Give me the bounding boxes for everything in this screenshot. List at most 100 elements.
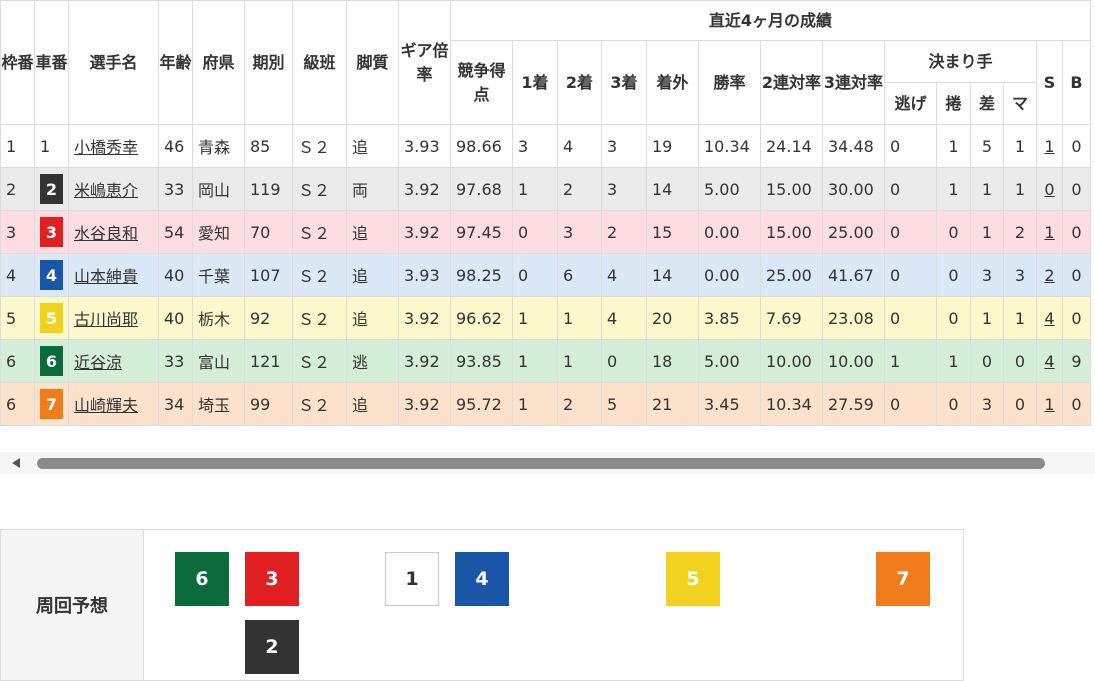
cell-first: 1 <box>512 167 558 211</box>
cell-class: Ｓ２ <box>292 382 347 426</box>
cell-gear: 3.93 <box>398 124 451 168</box>
header-quin3: 3連対率 <box>822 40 885 125</box>
cell-waku: 5 <box>0 296 35 340</box>
cell-quin2: 25.00 <box>760 253 823 297</box>
header-score: 競争得点 <box>450 40 513 125</box>
scroll-left-arrow-icon[interactable] <box>12 458 20 468</box>
header-makuri: 捲 <box>936 82 971 125</box>
s-link[interactable]: 4 <box>1044 352 1054 371</box>
cell-second: 2 <box>557 167 602 211</box>
cell-nige: 0 <box>884 296 937 340</box>
cell-age: 46 <box>158 124 193 168</box>
race-table: 枠番 車番 選手名 年齢 府県 期別 級班 脚質 ギア倍率 直近4ヶ月の成績 競… <box>0 0 1091 426</box>
horizontal-scrollbar[interactable] <box>0 452 1095 474</box>
cell-second: 4 <box>557 124 602 168</box>
cell-win: 10.34 <box>698 124 761 168</box>
cell-gear: 3.92 <box>398 167 451 211</box>
cell-nige: 0 <box>884 210 937 254</box>
cell-name: 山崎輝夫 <box>68 382 159 426</box>
cell-score: 97.45 <box>450 210 513 254</box>
cell-leg: 両 <box>346 167 399 211</box>
cell-mark: 3 <box>1003 253 1037 297</box>
rider-link[interactable]: 古川尚耶 <box>74 310 138 329</box>
cell-third: 3 <box>601 124 647 168</box>
forecast-car-box: 7 <box>876 552 930 606</box>
cell-first: 1 <box>512 339 558 383</box>
cell-s: 1 <box>1036 210 1063 254</box>
scrollbar-thumb[interactable] <box>37 458 1045 469</box>
rider-link[interactable]: 近谷涼 <box>74 353 122 372</box>
cell-nige: 0 <box>884 124 937 168</box>
rider-link[interactable]: 山本紳貴 <box>74 267 138 286</box>
cell-leg: 追 <box>346 382 399 426</box>
cell-pref: 埼玉 <box>192 382 245 426</box>
cell-b: 0 <box>1062 382 1091 426</box>
cell-term: 107 <box>244 253 293 297</box>
cell-b: 9 <box>1062 339 1091 383</box>
forecast-car-box: 6 <box>175 552 229 606</box>
header-name: 選手名 <box>68 0 159 125</box>
cell-nige: 0 <box>884 167 937 211</box>
cell-term: 119 <box>244 167 293 211</box>
cell-sha: 7 <box>34 382 69 426</box>
cell-sha: 1 <box>34 124 69 168</box>
header-gear: ギア倍率 <box>398 0 451 125</box>
cell-pref: 岡山 <box>192 167 245 211</box>
cell-makuri: 0 <box>936 382 971 426</box>
forecast-car-box: 1 <box>385 552 439 606</box>
cell-quin2: 7.69 <box>760 296 823 340</box>
cell-first: 0 <box>512 210 558 254</box>
cell-term: 70 <box>244 210 293 254</box>
cell-first: 0 <box>512 253 558 297</box>
cell-out: 14 <box>646 253 699 297</box>
cell-class: Ｓ２ <box>292 296 347 340</box>
cell-quin3: 34.48 <box>822 124 885 168</box>
cell-mark: 2 <box>1003 210 1037 254</box>
s-link[interactable]: 1 <box>1044 137 1054 156</box>
cell-second: 1 <box>557 296 602 340</box>
s-link[interactable]: 0 <box>1044 180 1054 199</box>
cell-name: 小橋秀幸 <box>68 124 159 168</box>
cell-waku: 6 <box>0 382 35 426</box>
header-sha: 車番 <box>34 0 69 125</box>
cell-score: 95.72 <box>450 382 513 426</box>
rider-link[interactable]: 水谷良和 <box>74 224 138 243</box>
cell-score: 96.62 <box>450 296 513 340</box>
table-row: 4 4 山本紳貴 40 千葉 107 Ｓ２ 追 3.93 98.25 0 6 4… <box>0 253 1091 297</box>
cell-s: 2 <box>1036 253 1063 297</box>
cell-sha: 5 <box>34 296 69 340</box>
header-nige: 逃げ <box>884 82 937 125</box>
table-row: 3 3 水谷良和 54 愛知 70 Ｓ２ 追 3.92 97.45 0 3 2 … <box>0 210 1091 254</box>
cell-quin2: 10.34 <box>760 382 823 426</box>
cell-makuri: 0 <box>936 296 971 340</box>
cell-waku: 4 <box>0 253 35 297</box>
s-link[interactable]: 4 <box>1044 309 1054 328</box>
cell-gear: 3.92 <box>398 339 451 383</box>
s-link[interactable]: 2 <box>1044 266 1054 285</box>
cell-quin2: 15.00 <box>760 210 823 254</box>
cell-sha: 2 <box>34 167 69 211</box>
car-number-badge: 7 <box>40 389 63 419</box>
cell-mark: 0 <box>1003 339 1037 383</box>
table-row: 6 7 山崎輝夫 34 埼玉 99 Ｓ２ 追 3.92 95.72 1 2 5 … <box>0 382 1091 426</box>
cell-gear: 3.92 <box>398 382 451 426</box>
cell-third: 0 <box>601 339 647 383</box>
cell-sha: 6 <box>34 339 69 383</box>
header-third: 3着 <box>601 40 647 125</box>
cell-class: Ｓ２ <box>292 253 347 297</box>
cell-leg: 逃 <box>346 339 399 383</box>
rider-link[interactable]: 米嶋恵介 <box>74 181 138 200</box>
rider-link[interactable]: 山崎輝夫 <box>74 396 138 415</box>
s-link[interactable]: 1 <box>1044 395 1054 414</box>
cell-term: 85 <box>244 124 293 168</box>
header-age: 年齢 <box>158 0 193 125</box>
cell-nige: 1 <box>884 339 937 383</box>
header-win: 勝率 <box>698 40 761 125</box>
s-link[interactable]: 1 <box>1044 223 1054 242</box>
cell-quin2: 24.14 <box>760 124 823 168</box>
rider-link[interactable]: 小橋秀幸 <box>74 138 138 157</box>
cell-win: 5.00 <box>698 167 761 211</box>
cell-name: 近谷涼 <box>68 339 159 383</box>
cell-age: 34 <box>158 382 193 426</box>
header-first: 1着 <box>512 40 558 125</box>
